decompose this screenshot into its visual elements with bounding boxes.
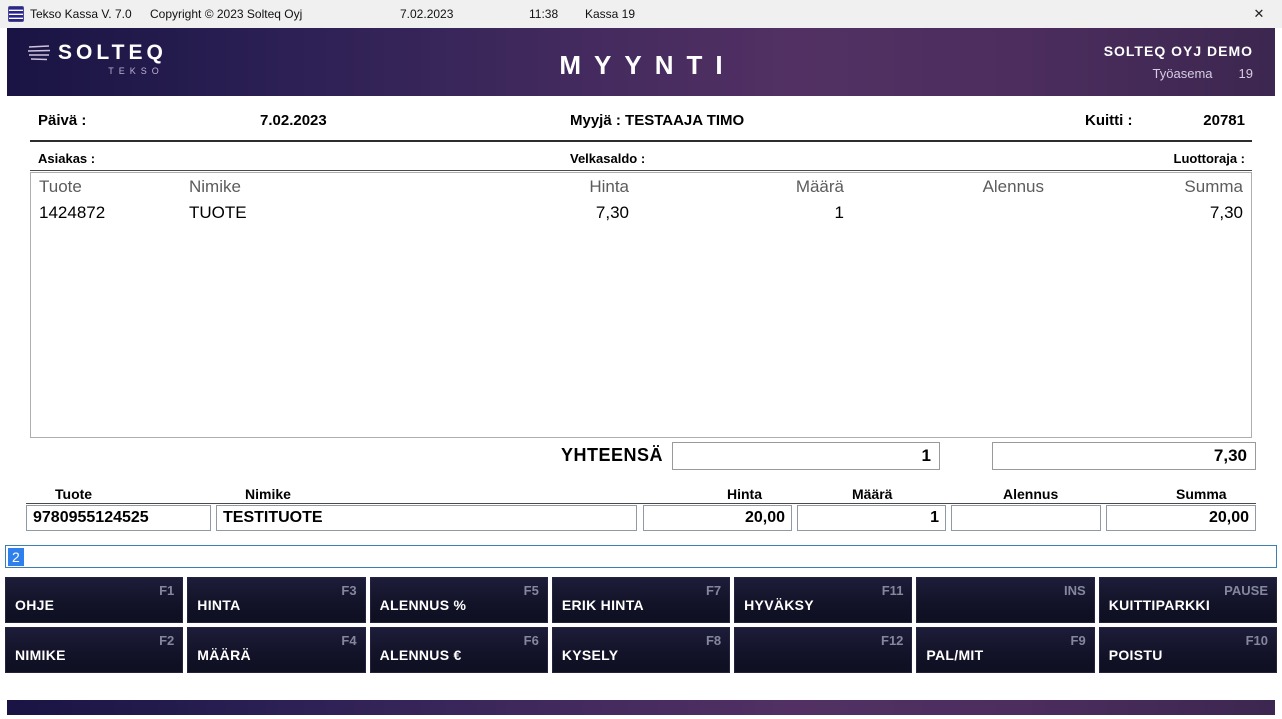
customer-label: Asiakas :: [38, 151, 96, 166]
erik-hinta-button[interactable]: ERIK HINTA F7: [551, 577, 731, 623]
seller-label: Myyjä :: [570, 112, 621, 129]
col-header-tuote: Tuote: [39, 177, 82, 196]
fkey-hint: F6: [523, 633, 539, 648]
receipt-label: Kuitti :: [1085, 112, 1133, 129]
workstation-label: Työasema: [1152, 66, 1213, 81]
app-icon: [8, 6, 24, 22]
entry-label-maara: Määrä: [852, 486, 893, 502]
col-header-maara: Määrä: [795, 177, 844, 196]
cell-nimike: TUOTE: [189, 203, 247, 222]
total-quantity-field: 1: [672, 442, 940, 470]
alennus-euro-button[interactable]: ALENNUS € F6: [369, 627, 548, 673]
seller-info: Myyjä : TESTAAJA TIMO: [570, 112, 744, 129]
fkey-hint: F5: [523, 583, 539, 598]
kuittiparkki-button[interactable]: KUITTIPARKKI PAUSE: [1098, 577, 1277, 623]
page-title: MYYNTI: [559, 50, 736, 80]
product-code-input[interactable]: [26, 505, 211, 531]
titlebar-register: Kassa 19: [585, 7, 636, 21]
price-input[interactable]: [643, 505, 792, 531]
function-key-grid: OHJE F1 HINTA F3 ALENNUS % F5 ERIK HINTA…: [5, 577, 1277, 673]
titlebar-time: 11:38: [529, 7, 559, 21]
sum-input[interactable]: [1106, 505, 1256, 531]
nimike-button[interactable]: NIMIKE F2: [5, 627, 184, 673]
cell-alennus: [844, 200, 1044, 225]
logo-subtext: TEKSO: [108, 66, 164, 76]
logo-text: SOLTEQ: [58, 41, 167, 64]
fkey-hint: F11: [881, 583, 904, 598]
fkey-hint: F3: [341, 583, 357, 598]
company-name: SOLTEQ OYJ DEMO: [1103, 43, 1253, 59]
f12-button[interactable]: F12: [734, 627, 913, 673]
fkey-hint: PAUSE: [1224, 583, 1268, 598]
workstation-info: Työasema 19: [1104, 66, 1253, 81]
seller-value: TESTAAJA TIMO: [625, 112, 745, 129]
hinta-button[interactable]: HINTA F3: [187, 577, 366, 623]
ins-button[interactable]: INS: [916, 577, 1095, 623]
col-header-summa: Summa: [1184, 177, 1243, 196]
cell-maara: 1: [834, 203, 844, 222]
hyvaksy-button[interactable]: HYVÄKSY F11: [734, 577, 913, 623]
ohje-button[interactable]: OHJE F1: [5, 577, 184, 623]
app-header: SOLTEQ TEKSO MYYNTI SOLTEQ OYJ DEMO Työa…: [7, 28, 1275, 96]
discount-input[interactable]: [951, 505, 1101, 531]
entry-label-nimike: Nimike: [245, 486, 291, 502]
credit-limit-label: Luottoraja :: [1173, 151, 1246, 166]
titlebar-date: 7.02.2023: [400, 7, 454, 21]
cell-tuote: 1424872: [39, 203, 106, 222]
poistu-button[interactable]: POISTU F10: [1098, 627, 1277, 673]
cell-hinta: 7,30: [595, 203, 629, 222]
fkey-hint: F1: [159, 583, 175, 598]
fkey-hint: F2: [159, 633, 175, 648]
pal-mit-button[interactable]: PAL/MIT F9: [916, 627, 1095, 673]
command-selected-text: 2: [8, 547, 24, 566]
receipt-lines-table: Tuote Nimike Hinta Määrä Alennus Summa 1…: [30, 172, 1252, 438]
table-header-row: Tuote Nimike Hinta Määrä Alennus Summa: [31, 173, 1251, 200]
titlebar: Tekso Kassa V. 7.0 Copyright © 2023 Solt…: [0, 0, 1282, 28]
solteq-logo: SOLTEQ TEKSO: [27, 41, 167, 76]
kysely-button[interactable]: KYSELY F8: [551, 627, 731, 673]
bottom-banner: [7, 700, 1275, 715]
entry-label-hinta: Hinta: [727, 486, 762, 502]
entry-label-alennus: Alennus: [1003, 486, 1059, 502]
entry-label-summa: Summa: [1176, 486, 1227, 502]
entry-label-tuote: Tuote: [55, 486, 93, 502]
divider: [30, 170, 1252, 171]
workstation-number: 19: [1238, 66, 1253, 81]
fkey-hint: F10: [1245, 633, 1268, 648]
solteq-logo-icon: [27, 45, 51, 61]
date-value: 7.02.2023: [260, 112, 327, 129]
table-row[interactable]: 1424872 TUOTE 7,30 1 7,30: [31, 200, 1251, 225]
cell-summa: 7,30: [1209, 203, 1243, 222]
quantity-input[interactable]: [797, 505, 946, 531]
fkey-hint: INS: [1064, 583, 1086, 598]
divider: [30, 140, 1252, 142]
col-header-nimike: Nimike: [189, 177, 241, 196]
fkey-hint: F7: [705, 583, 722, 598]
copyright-text: Copyright © 2023 Solteq Oyj: [150, 7, 303, 21]
total-sum-field: 7,30: [992, 442, 1256, 470]
fkey-hint: F12: [881, 633, 904, 648]
alennus-prosentti-button[interactable]: ALENNUS % F5: [369, 577, 548, 623]
date-label: Päivä :: [38, 112, 87, 129]
fkey-hint: F8: [705, 633, 722, 648]
receipt-value: 20781: [1203, 112, 1245, 129]
col-header-alennus: Alennus: [982, 177, 1044, 196]
product-name-input[interactable]: [216, 505, 637, 531]
maara-button[interactable]: MÄÄRÄ F4: [187, 627, 366, 673]
total-label: YHTEENSÄ: [560, 445, 663, 465]
col-header-hinta: Hinta: [589, 177, 629, 196]
close-icon[interactable]: ✕: [1236, 0, 1282, 28]
debt-balance-label: Velkasaldo :: [570, 151, 646, 166]
fkey-hint: F9: [1070, 633, 1086, 648]
window-title: Tekso Kassa V. 7.0: [30, 7, 132, 21]
divider: [26, 503, 1256, 504]
fkey-hint: F4: [341, 633, 357, 648]
command-input[interactable]: 2: [5, 545, 1277, 568]
